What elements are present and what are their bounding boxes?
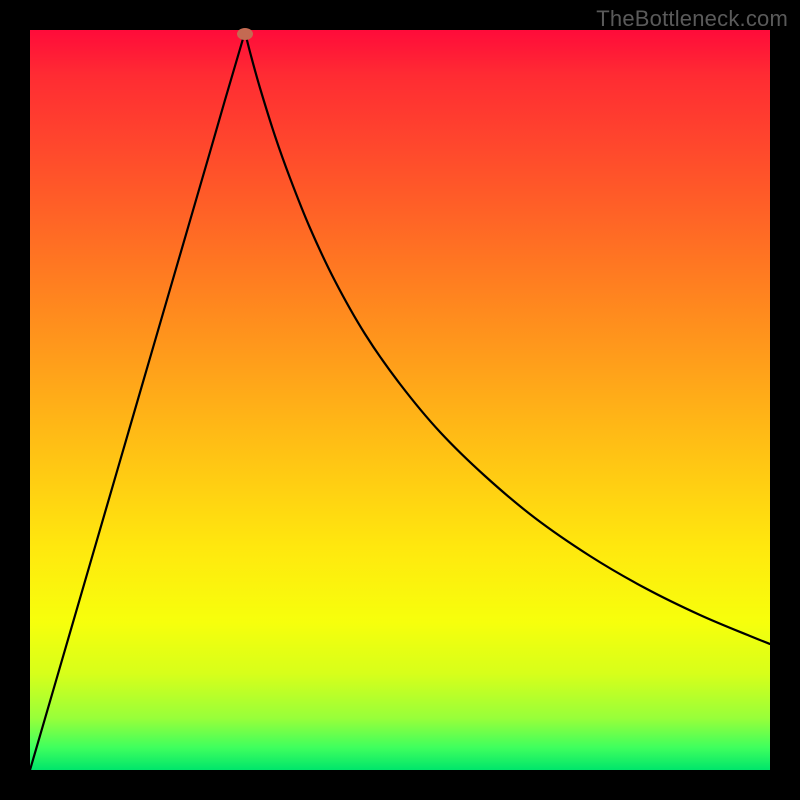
minimum-marker bbox=[237, 28, 253, 40]
chart-frame: TheBottleneck.com bbox=[0, 0, 800, 800]
plot-area bbox=[30, 30, 770, 770]
curve-left-branch bbox=[30, 32, 245, 770]
bottleneck-curve bbox=[30, 30, 770, 770]
curve-group bbox=[30, 28, 770, 770]
curve-right-branch bbox=[245, 32, 770, 644]
watermark-text: TheBottleneck.com bbox=[596, 6, 788, 32]
